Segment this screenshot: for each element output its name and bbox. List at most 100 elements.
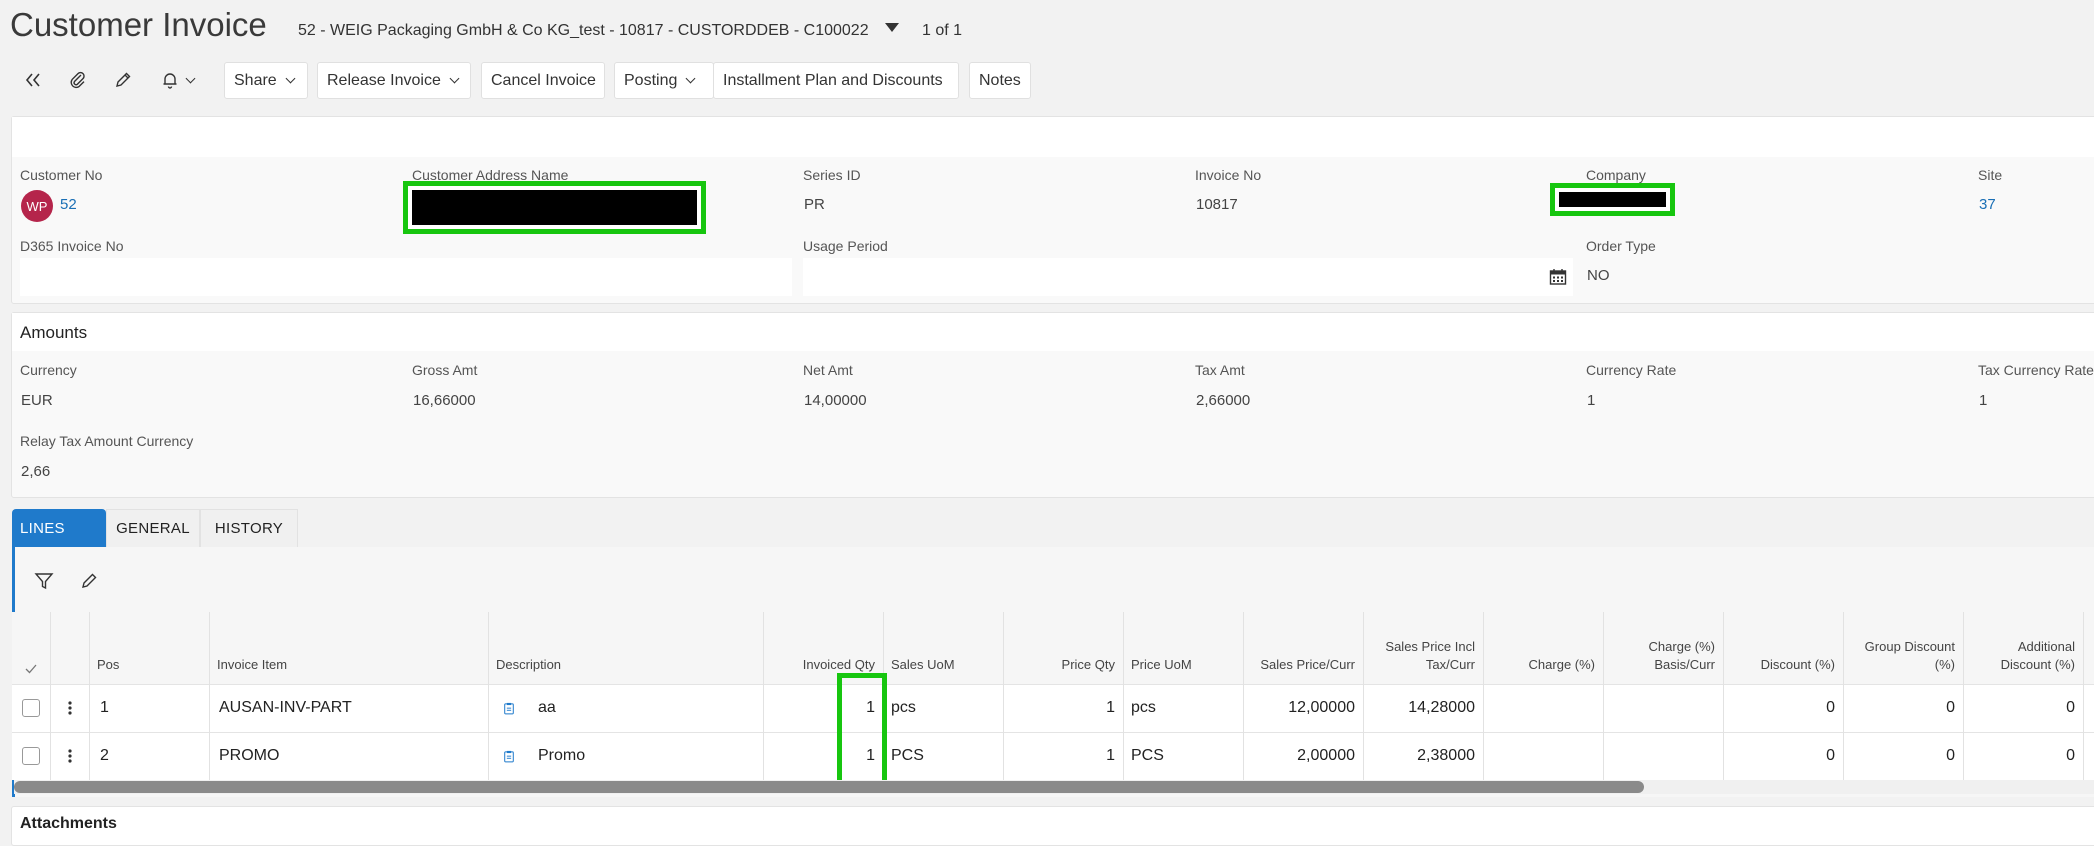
page-title: Customer Invoice bbox=[10, 6, 267, 43]
gross-amt-label: Gross Amt bbox=[412, 362, 478, 378]
site-label: Site bbox=[1978, 167, 2003, 183]
attachments-panel bbox=[11, 806, 2094, 846]
col-header-price-uom[interactable]: Price UoM bbox=[1123, 612, 1243, 684]
col-header-charge-pct[interactable]: Charge (%) bbox=[1483, 612, 1603, 684]
row-checkbox[interactable] bbox=[12, 732, 50, 780]
cell-discount-pct: 0 bbox=[1826, 699, 1835, 716]
row-checkbox[interactable] bbox=[12, 684, 50, 732]
tax-amt-label: Tax Amt bbox=[1195, 362, 1245, 378]
site-link[interactable]: 37 bbox=[1979, 196, 1996, 213]
chevron-down-icon bbox=[449, 73, 460, 84]
col-header-additional-discount[interactable]: Additional Discount (%) bbox=[1963, 612, 2083, 684]
d365-invoice-no-field[interactable] bbox=[20, 258, 792, 296]
customer-no-label: Customer No bbox=[20, 167, 103, 183]
cell-group-discount: 0 bbox=[1946, 699, 1955, 716]
company-redacted bbox=[1555, 188, 1670, 211]
col-header-description[interactable]: Description bbox=[488, 612, 763, 684]
customer-address-name-highlight bbox=[403, 181, 706, 234]
notification-bell-icon[interactable] bbox=[150, 68, 204, 92]
posting-button[interactable]: Posting bbox=[614, 62, 714, 99]
panel-header-strip bbox=[12, 117, 2094, 157]
amounts-header-strip bbox=[12, 313, 2094, 351]
horizontal-scrollbar-thumb[interactable] bbox=[14, 781, 1644, 793]
tab-history[interactable]: HISTORY bbox=[200, 509, 298, 547]
cell-additional-discount: 0 bbox=[2066, 747, 2075, 764]
record-dropdown-caret-icon[interactable] bbox=[885, 23, 899, 32]
chevron-down-icon bbox=[285, 73, 296, 84]
col-header-discount-pct[interactable]: Discount (%) bbox=[1723, 612, 1843, 684]
share-label: Share bbox=[234, 71, 277, 89]
customer-address-name-redacted bbox=[408, 186, 701, 229]
cell-charge-pct bbox=[1483, 684, 1603, 732]
col-header-invoice-item[interactable]: Invoice Item bbox=[209, 612, 488, 684]
col-header-sales-price-incl-tax[interactable]: Sales Price Incl Tax/Curr bbox=[1363, 612, 1483, 684]
customer-no-link[interactable]: 52 bbox=[60, 196, 77, 213]
cancel-invoice-button[interactable]: Cancel Invoice bbox=[481, 62, 605, 99]
net-amt-label: Net Amt bbox=[803, 362, 853, 378]
cell-description: aa bbox=[538, 699, 556, 716]
order-type-label: Order Type bbox=[1586, 238, 1656, 254]
cell-pos: 2 bbox=[100, 747, 109, 764]
edit-pencil-icon[interactable] bbox=[80, 572, 98, 590]
row-menu-kebab-icon[interactable] bbox=[50, 684, 89, 732]
order-type-value: NO bbox=[1587, 267, 1610, 284]
d365-invoice-no-label: D365 Invoice No bbox=[20, 238, 124, 254]
col-header-sales-price-curr[interactable]: Sales Price/Curr bbox=[1243, 612, 1363, 684]
cell-sales-price-curr: 2,00000 bbox=[1297, 747, 1355, 764]
col-header-sales-uom[interactable]: Sales UoM bbox=[883, 612, 1003, 684]
cell-sales-uom: PCS bbox=[891, 747, 924, 764]
row-menu-kebab-icon[interactable] bbox=[50, 732, 89, 780]
cell-charge-basis bbox=[1603, 684, 1723, 732]
document-icon[interactable] bbox=[496, 732, 522, 780]
filter-icon[interactable] bbox=[34, 571, 54, 591]
tab-general[interactable]: GENERAL bbox=[106, 509, 200, 547]
relay-tax-value: 2,66 bbox=[21, 463, 51, 480]
tab-lines[interactable]: LINES bbox=[12, 509, 106, 547]
col-header-pos[interactable]: Pos bbox=[89, 612, 209, 684]
record-count: 1 of 1 bbox=[922, 22, 963, 39]
tax-currency-rate-value: 1 bbox=[1979, 392, 1988, 409]
checkbox[interactable] bbox=[22, 699, 40, 717]
paperclip-icon[interactable] bbox=[60, 68, 96, 92]
usage-period-field[interactable] bbox=[803, 258, 1573, 296]
col-header-price-qty[interactable]: Price Qty bbox=[1003, 612, 1123, 684]
cell-additional-discount: 0 bbox=[2066, 699, 2075, 716]
share-button[interactable]: Share bbox=[224, 62, 308, 99]
cell-price-uom: PCS bbox=[1131, 747, 1164, 764]
cell-group-discount: 0 bbox=[1946, 747, 1955, 764]
attachments-title: Attachments bbox=[20, 815, 117, 832]
back-double-chevron-icon[interactable] bbox=[15, 68, 51, 92]
col-header-group-discount[interactable]: Group Discount (%) bbox=[1843, 612, 1963, 684]
notes-button[interactable]: Notes bbox=[969, 62, 1031, 99]
tax-amt-value: 2,66000 bbox=[1196, 392, 1251, 409]
cell-sales-uom: pcs bbox=[891, 699, 916, 716]
customer-avatar: WP bbox=[21, 190, 53, 222]
cell-price-uom: pcs bbox=[1131, 699, 1156, 716]
release-invoice-button[interactable]: Release Invoice bbox=[317, 62, 471, 99]
invoice-no-value: 10817 bbox=[1196, 196, 1238, 213]
cell-price-qty: 1 bbox=[1106, 699, 1115, 716]
column-divider bbox=[2083, 612, 2084, 780]
cell-sales-price-curr: 12,00000 bbox=[1288, 699, 1355, 716]
calendar-icon[interactable] bbox=[1549, 268, 1567, 286]
cell-sales-price-incl-tax: 14,28000 bbox=[1408, 699, 1475, 716]
currency-label: Currency bbox=[20, 362, 77, 378]
record-selector[interactable]: 52 - WEIG Packaging GmbH & Co KG_test - … bbox=[298, 22, 869, 40]
cell-charge-basis bbox=[1603, 732, 1723, 780]
cell-price-qty: 1 bbox=[1106, 747, 1115, 764]
select-all-checkmark-icon[interactable] bbox=[12, 612, 50, 684]
installment-plan-button[interactable]: Installment Plan and Discounts bbox=[713, 62, 959, 99]
company-label: Company bbox=[1586, 167, 1646, 183]
currency-rate-label: Currency Rate bbox=[1586, 362, 1677, 378]
relay-tax-label: Relay Tax Amount Currency bbox=[20, 433, 194, 449]
document-icon[interactable] bbox=[496, 684, 522, 732]
series-id-label: Series ID bbox=[803, 167, 861, 183]
chevron-down-icon bbox=[185, 73, 195, 83]
checkbox[interactable] bbox=[22, 747, 40, 765]
gross-amt-value: 16,66000 bbox=[413, 392, 476, 409]
edit-pencil-icon[interactable] bbox=[105, 68, 141, 92]
col-header-charge-basis[interactable]: Charge (%) Basis/Curr bbox=[1603, 612, 1723, 684]
currency-rate-value: 1 bbox=[1587, 392, 1596, 409]
currency-value: EUR bbox=[21, 392, 53, 409]
company-highlight bbox=[1550, 183, 1675, 216]
